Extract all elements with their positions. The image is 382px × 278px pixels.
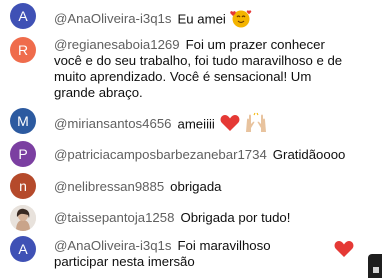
avatar[interactable]: A <box>10 3 36 29</box>
message-text: @taissepantoja1258 Obrigada por tudo! <box>54 210 354 226</box>
message-text: @miriansantos4656 ameiiii <box>54 112 354 138</box>
chat-message: M @miriansantos4656 ameiiii <box>0 104 382 136</box>
author-name[interactable]: @AnaOliveira-i3q1s <box>54 238 171 253</box>
author-name[interactable]: @taissepantoja1258 <box>54 210 174 225</box>
author-name[interactable]: @regianesaboia1269 <box>54 37 180 52</box>
chat-message: n @nelibressan9885 obrigada <box>0 168 382 200</box>
author-name[interactable]: @AnaOliveira-i3q1s <box>54 11 171 26</box>
message-body: obrigada <box>170 179 222 194</box>
message-text: @AnaOliveira-i3q1s Foi maravilhoso partic… <box>54 238 284 270</box>
chat-message: A @AnaOliveira-i3q1s Eu amei <box>0 0 382 34</box>
profile-photo-icon <box>10 205 36 231</box>
avatar[interactable]: A <box>10 236 36 262</box>
message-body: Obrigada por tudo! <box>180 210 291 225</box>
avatar[interactable]: n <box>10 173 36 199</box>
message-text: @patriciacamposbarbezanebar1734 Gratidãoo… <box>54 147 354 163</box>
message-text: @nelibressan9885 obrigada <box>54 179 354 195</box>
raising-hands-icon <box>244 112 268 138</box>
chat-message: A @AnaOliveira-i3q1s Foi maravilhoso part… <box>0 232 382 278</box>
author-name[interactable]: @patriciacamposbarbezanebar1734 <box>54 147 267 162</box>
message-text: @regianesaboia1269 Foi um prazer conhecer… <box>54 37 354 101</box>
avatar[interactable]: M <box>10 108 36 134</box>
message-body: Gratidãoooo <box>272 147 346 162</box>
author-name[interactable]: @nelibressan9885 <box>54 179 164 194</box>
red-heart-icon <box>219 113 241 137</box>
smiling-face-with-hearts-icon <box>229 8 252 32</box>
red-heart-icon <box>333 239 355 264</box>
message-body: Eu amei <box>177 11 226 27</box>
avatar[interactable]: P <box>10 141 36 167</box>
message-text: @AnaOliveira-i3q1s Eu amei <box>54 8 354 32</box>
scroll-corner <box>368 254 382 278</box>
chat-message: R @regianesaboia1269 Foi um prazer conhec… <box>0 34 382 104</box>
chat-message: P @patriciacamposbarbezanebar1734 Gratidã… <box>0 136 382 168</box>
avatar[interactable]: R <box>10 37 36 63</box>
avatar[interactable] <box>10 205 36 231</box>
message-body: ameiiii <box>177 116 215 132</box>
chat-message: @taissepantoja1258 Obrigada por tudo! <box>0 200 382 232</box>
author-name[interactable]: @miriansantos4656 <box>54 116 171 131</box>
